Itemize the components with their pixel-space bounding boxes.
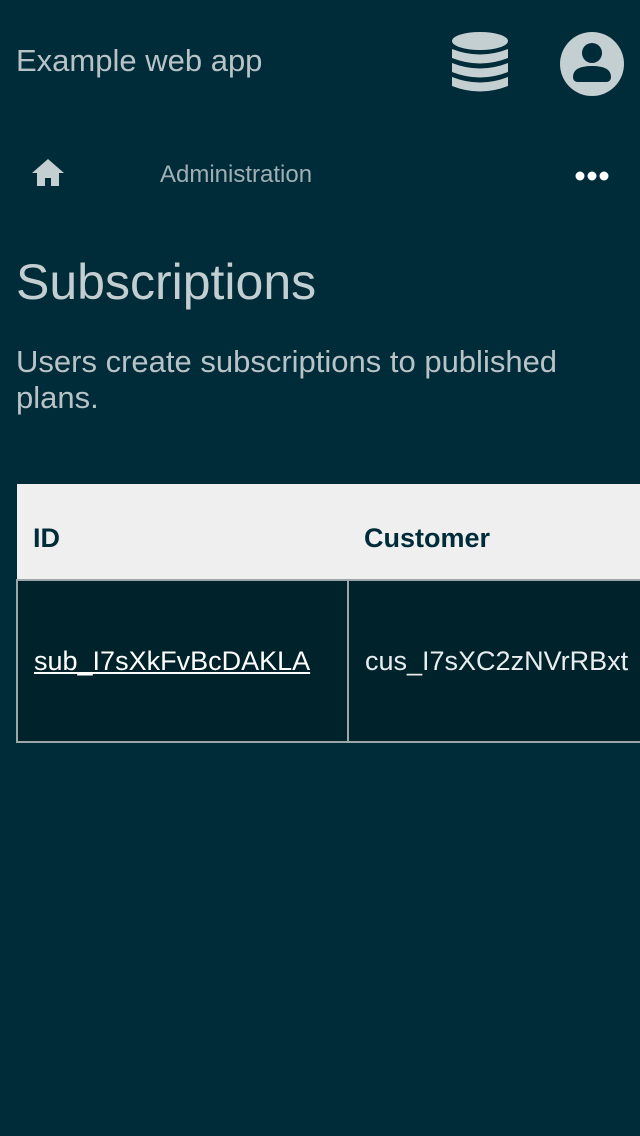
column-header-id[interactable]: ID bbox=[17, 484, 348, 581]
home-icon bbox=[32, 159, 64, 186]
breadcrumb-administration[interactable]: Administration bbox=[160, 160, 312, 190]
page-title: Subscriptions bbox=[16, 254, 317, 310]
table-header-row: ID Customer bbox=[17, 484, 640, 581]
column-header-customer[interactable]: Customer bbox=[348, 484, 640, 581]
table-row: sub_I7sXkFvBcDAKLA cus_I7sXC2zNVrRBxt bbox=[16, 580, 640, 743]
database-button[interactable] bbox=[447, 30, 513, 98]
account-button[interactable] bbox=[558, 30, 626, 98]
subscriptions-table-container[interactable]: ID Customer sub_I7sXkFvBcDAKLA cus_I7sXC… bbox=[16, 484, 640, 746]
cell-customer-id: cus_I7sXC2zNVrRBxt bbox=[347, 580, 640, 743]
app-title[interactable]: Example web app bbox=[16, 42, 262, 80]
more-horizontal-icon bbox=[575, 171, 609, 181]
home-button[interactable] bbox=[28, 154, 68, 194]
subscription-id-link[interactable]: sub_I7sXkFvBcDAKLA bbox=[34, 646, 310, 676]
cell-subscription-id: sub_I7sXkFvBcDAKLA bbox=[16, 580, 349, 743]
page-description: Users create subscriptions to published … bbox=[16, 344, 558, 415]
database-icon bbox=[452, 32, 508, 92]
app-page: Example web app Administration Subscript… bbox=[0, 0, 640, 1136]
account-circle-icon bbox=[560, 32, 624, 96]
subscriptions-table: ID Customer sub_I7sXkFvBcDAKLA cus_I7sXC… bbox=[16, 484, 640, 743]
more-options-button[interactable] bbox=[568, 160, 616, 192]
